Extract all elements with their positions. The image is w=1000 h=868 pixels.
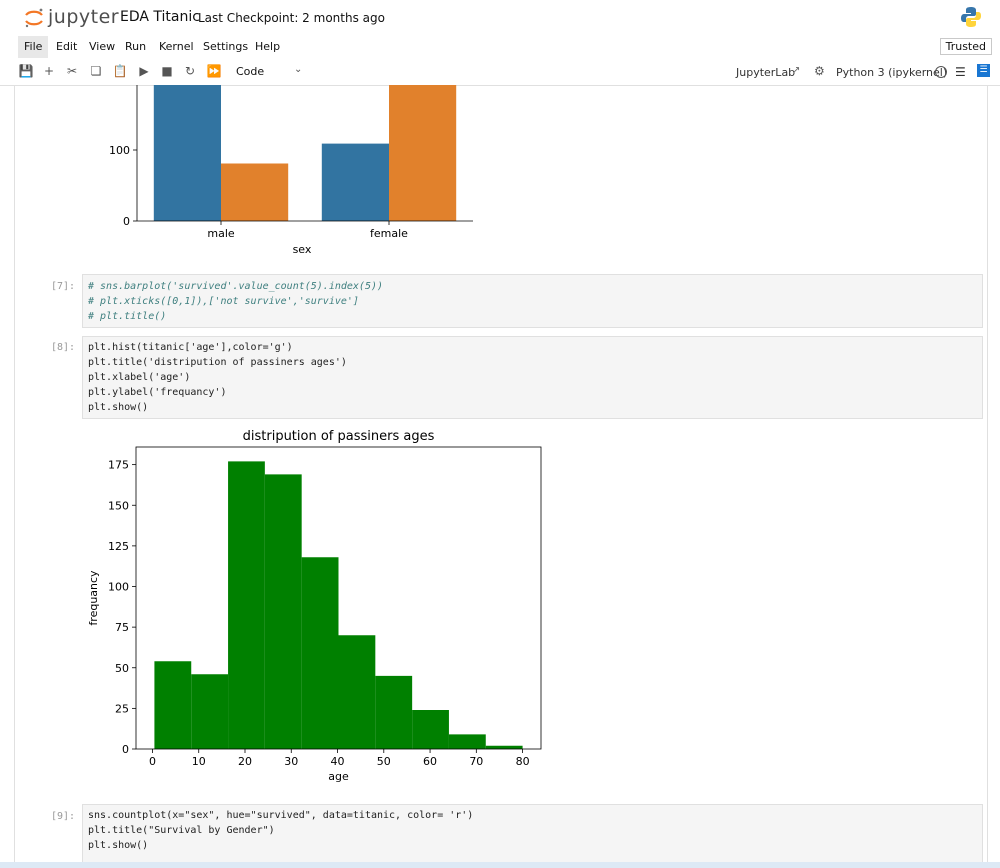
cell-prompt: [8]: bbox=[51, 342, 76, 353]
code-cell-7[interactable]: # sns.barplot('survived'.value_count(5).… bbox=[82, 274, 983, 328]
header-bar: jupyter EDA Titanic Last Checkpoint: 2 m… bbox=[0, 0, 1000, 37]
jupyter-logo-text[interactable]: jupyter bbox=[48, 6, 119, 28]
y-tick-label: 0 bbox=[123, 215, 130, 228]
python-logo-icon bbox=[961, 7, 981, 27]
checkpoint-status: Last Checkpoint: 2 months ago bbox=[198, 11, 385, 25]
menu-kernel[interactable]: Kernel bbox=[155, 40, 198, 53]
histogram-bar bbox=[412, 710, 449, 749]
histogram-bar bbox=[448, 734, 486, 749]
x-axis-label: age bbox=[328, 770, 349, 783]
code-line: plt.xlabel('age') bbox=[88, 372, 191, 383]
histogram-bar bbox=[228, 461, 265, 749]
menu-help[interactable]: Help bbox=[251, 40, 284, 53]
code-line: plt.show() bbox=[88, 402, 149, 413]
x-tick-label: 10 bbox=[192, 755, 206, 768]
y-tick-label: 0 bbox=[122, 743, 129, 756]
code-cell-9[interactable]: sns.countplot(x="sex", hue="survived", d… bbox=[82, 804, 983, 863]
menu-edit[interactable]: Edit bbox=[52, 40, 81, 53]
menu-view[interactable]: View bbox=[85, 40, 119, 53]
add-cell-icon[interactable]: + bbox=[41, 63, 57, 79]
menu-bar: File Edit View Run Kernel Settings Help bbox=[0, 36, 1000, 59]
copy-icon[interactable]: ❏ bbox=[88, 63, 104, 79]
paste-icon[interactable]: 📋 bbox=[112, 63, 128, 79]
external-link-icon[interactable]: ↗ bbox=[792, 65, 800, 76]
bar bbox=[389, 85, 457, 221]
cell-prompt: [9]: bbox=[51, 811, 76, 822]
trusted-badge[interactable]: Trusted bbox=[939, 38, 992, 55]
code-line: # plt.title() bbox=[88, 311, 167, 322]
y-axis-label: frequancy bbox=[87, 570, 100, 626]
x-tick-label: 20 bbox=[238, 755, 252, 768]
chart-title: distripution of passiners ages bbox=[243, 429, 435, 444]
histogram-bar bbox=[485, 745, 523, 749]
jupyterlab-link[interactable]: JupyterLab bbox=[736, 66, 795, 79]
menu-file[interactable]: File bbox=[18, 36, 49, 58]
code-line: plt.show() bbox=[88, 840, 149, 851]
kernel-name[interactable]: Python 3 (ipykernel) bbox=[836, 66, 947, 79]
menu-run[interactable]: Run bbox=[121, 40, 150, 53]
histogram-bar bbox=[301, 557, 339, 749]
x-tick-label: 30 bbox=[284, 755, 298, 768]
y-tick-label: 100 bbox=[109, 144, 130, 157]
menu-lines-icon[interactable]: ☰ bbox=[955, 65, 966, 79]
stop-icon[interactable]: ■ bbox=[159, 63, 175, 79]
histogram-bar bbox=[191, 674, 229, 749]
histogram-bar bbox=[154, 661, 192, 749]
x-tick-label: male bbox=[207, 227, 235, 240]
run-all-icon[interactable]: ⏩ bbox=[206, 63, 222, 79]
y-tick-label: 175 bbox=[108, 459, 129, 472]
cell-prompt: [7]: bbox=[51, 281, 76, 292]
kernel-status-icon bbox=[935, 66, 947, 78]
code-line: # plt.xticks([0,1]),['not survive','surv… bbox=[88, 296, 359, 307]
x-tick-label: 50 bbox=[377, 755, 391, 768]
save-icon[interactable]: 💾 bbox=[18, 63, 34, 79]
age-histogram-chart: distripution of passiners ages 0 10 20 30 40 5… bbox=[87, 429, 542, 783]
restart-icon[interactable]: ↻ bbox=[182, 63, 198, 79]
bar bbox=[221, 163, 289, 221]
notebook-title[interactable]: EDA Titanic bbox=[120, 9, 200, 25]
x-tick-label: 70 bbox=[469, 755, 483, 768]
code-cell-8[interactable]: plt.hist(titanic['age'],color='g') plt.t… bbox=[82, 336, 983, 419]
code-line: plt.title('distripution of passiners age… bbox=[88, 357, 347, 368]
x-tick-label: 0 bbox=[149, 755, 156, 768]
debugger-icon[interactable]: ⚙ bbox=[814, 64, 825, 78]
cut-icon[interactable]: ✂ bbox=[64, 63, 80, 79]
y-tick-label: 75 bbox=[115, 621, 129, 634]
histogram-bar bbox=[375, 675, 413, 749]
y-tick-label: 25 bbox=[115, 702, 129, 715]
y-tick-label: 100 bbox=[108, 581, 129, 594]
x-tick-label: 60 bbox=[423, 755, 437, 768]
x-tick-label: 80 bbox=[516, 755, 530, 768]
code-line: plt.ylabel('frequancy') bbox=[88, 387, 227, 398]
countplot-chart: male female 0 100 sex bbox=[109, 85, 473, 256]
code-line: plt.hist(titanic['age'],color='g') bbox=[88, 342, 293, 353]
code-line: # sns.barplot('survived'.value_count(5).… bbox=[88, 281, 384, 292]
bar bbox=[153, 85, 221, 221]
y-tick-label: 50 bbox=[115, 662, 129, 675]
notebook-area: male female 0 100 sex [7]: # sns.barplot('su… bbox=[14, 85, 988, 863]
notebook-toolbar: 💾 + ✂ ❏ 📋 ▶ ■ ↻ ⏩ Code ⌄ JupyterLab ↗ ⚙ … bbox=[0, 58, 1000, 86]
code-line: sns.countplot(x="sex", hue="survived", d… bbox=[88, 810, 474, 821]
bar bbox=[321, 143, 389, 221]
run-icon[interactable]: ▶ bbox=[136, 63, 152, 79]
code-line: plt.title("Survival by Gender") bbox=[88, 825, 275, 836]
cell-type-select[interactable]: Code bbox=[236, 65, 264, 78]
histogram-bar bbox=[264, 474, 302, 749]
x-tick-label: 40 bbox=[331, 755, 345, 768]
x-axis-label: sex bbox=[293, 243, 312, 256]
menu-settings[interactable]: Settings bbox=[199, 40, 252, 53]
status-bar bbox=[0, 862, 1000, 868]
x-tick-label: female bbox=[370, 227, 408, 240]
table-of-contents-icon[interactable]: ☰ bbox=[977, 64, 990, 77]
y-tick-label: 125 bbox=[108, 540, 129, 553]
chevron-down-icon[interactable]: ⌄ bbox=[294, 64, 302, 75]
jupyter-logo-icon[interactable] bbox=[22, 6, 46, 30]
histogram-bar bbox=[338, 635, 376, 749]
y-tick-label: 150 bbox=[108, 499, 129, 512]
